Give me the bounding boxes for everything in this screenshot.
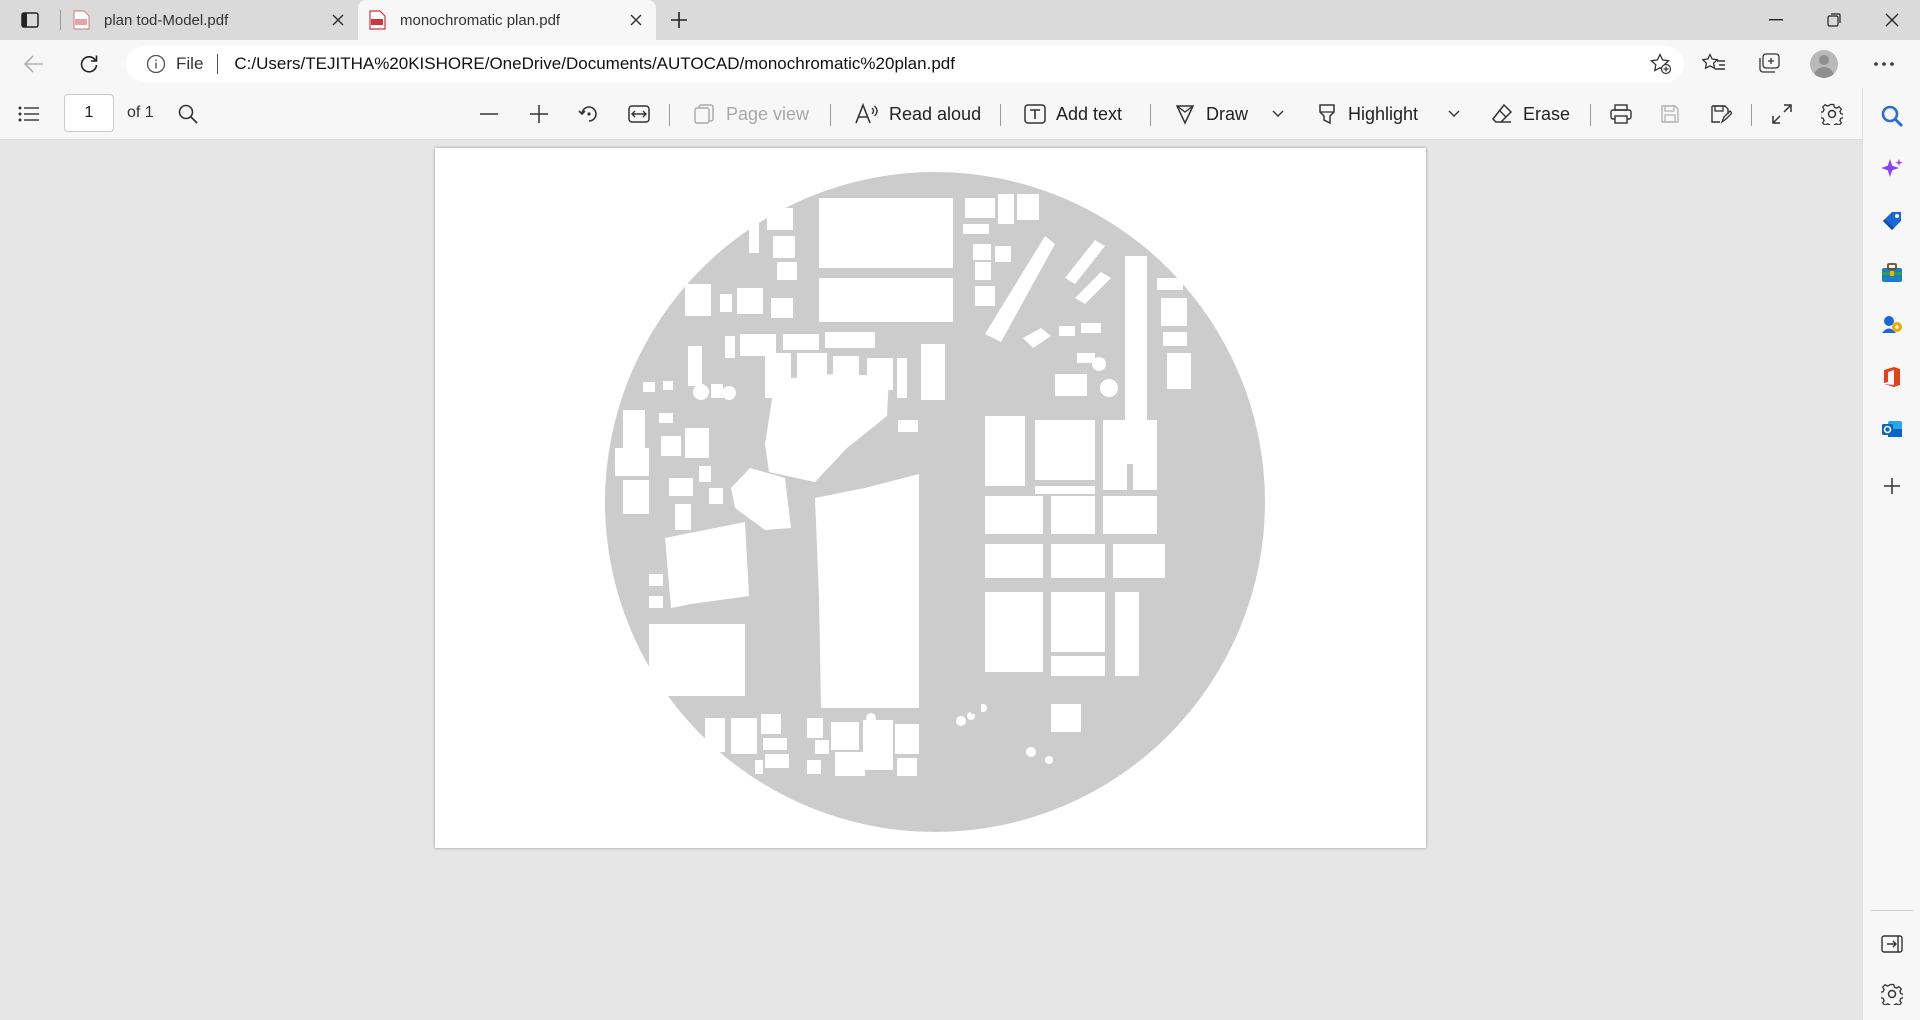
toolbar-separator bbox=[1150, 104, 1151, 126]
page-view-button[interactable]: Page view bbox=[694, 98, 809, 130]
full-screen-icon[interactable] bbox=[1772, 98, 1792, 130]
pdf-icon bbox=[72, 10, 90, 30]
url-text[interactable]: C:/Users/TEJITHA%20KISHORE/OneDrive/Docu… bbox=[234, 54, 955, 74]
avatar bbox=[1810, 50, 1838, 78]
restore-icon[interactable] bbox=[1806, 0, 1862, 40]
add-favorite-icon[interactable] bbox=[1648, 52, 1674, 76]
read-aloud-label: Read aloud bbox=[889, 103, 982, 124]
tab-monochromatic-plan[interactable]: monochromatic plan.pdf bbox=[358, 0, 656, 40]
pdf-toolbar: 1 of 1 Page view Read aloud Add text Dra… bbox=[0, 88, 1862, 140]
highlight-label: Highlight bbox=[1348, 103, 1419, 124]
profile-avatar[interactable] bbox=[1806, 48, 1842, 80]
contents-list-icon[interactable] bbox=[18, 98, 40, 130]
copilot-icon[interactable] bbox=[1874, 151, 1910, 187]
highlight-button[interactable]: Highlight bbox=[1316, 98, 1418, 130]
new-tab-icon[interactable] bbox=[664, 6, 694, 34]
add-text-icon bbox=[1024, 104, 1046, 124]
toolbar-separator bbox=[1000, 104, 1001, 126]
find-search-icon[interactable] bbox=[178, 98, 198, 130]
address-bar[interactable]: File C:/Users/TEJITHA%20KISHORE/OneDrive… bbox=[126, 46, 1684, 82]
monochromatic-site-plan bbox=[605, 172, 1265, 832]
print-icon[interactable] bbox=[1610, 98, 1632, 130]
tab-separator bbox=[60, 10, 61, 30]
collections-icon[interactable] bbox=[1751, 48, 1787, 80]
add-text-label: Add text bbox=[1056, 103, 1123, 124]
back-icon[interactable] bbox=[16, 48, 52, 80]
info-icon[interactable] bbox=[146, 54, 166, 74]
games-icon[interactable] bbox=[1874, 307, 1910, 343]
toolbar-separator bbox=[830, 104, 831, 126]
close-window-icon[interactable] bbox=[1864, 0, 1920, 40]
tab-actions-menu-icon[interactable] bbox=[12, 6, 48, 34]
tab-title: plan tod-Model.pdf bbox=[104, 11, 229, 29]
refresh-icon[interactable] bbox=[71, 48, 107, 80]
read-aloud-icon bbox=[855, 103, 878, 124]
hide-sidebar-icon[interactable] bbox=[1874, 926, 1910, 962]
page-count-label: of 1 bbox=[127, 104, 154, 121]
pdf-icon bbox=[368, 10, 386, 30]
close-tab-icon[interactable] bbox=[324, 6, 352, 34]
outlook-icon[interactable] bbox=[1874, 411, 1910, 447]
search-icon[interactable] bbox=[1874, 98, 1910, 134]
zoom-in-icon[interactable] bbox=[529, 98, 549, 130]
save-as-icon[interactable] bbox=[1710, 98, 1732, 130]
toolbar-separator bbox=[1751, 104, 1752, 126]
favorites-icon[interactable] bbox=[1696, 48, 1732, 80]
toolbar-separator bbox=[669, 104, 670, 126]
address-toolbar: File C:/Users/TEJITHA%20KISHORE/OneDrive… bbox=[0, 40, 1920, 88]
zoom-out-icon[interactable] bbox=[479, 98, 499, 130]
page-view-icon bbox=[694, 104, 714, 124]
office-icon[interactable] bbox=[1874, 359, 1910, 395]
more-options-icon[interactable] bbox=[1866, 48, 1902, 80]
add-icon[interactable] bbox=[1874, 468, 1910, 504]
plan-circle-mass bbox=[605, 172, 1265, 832]
erase-button[interactable]: Erase bbox=[1491, 98, 1570, 130]
close-tab-icon[interactable] bbox=[622, 6, 650, 34]
erase-label: Erase bbox=[1523, 103, 1571, 124]
shopping-icon[interactable] bbox=[1874, 203, 1910, 239]
draw-options-chevron-icon[interactable] bbox=[1272, 98, 1284, 130]
rotate-icon[interactable] bbox=[578, 98, 600, 130]
tab-title: monochromatic plan.pdf bbox=[400, 11, 561, 29]
read-aloud-button[interactable]: Read aloud bbox=[855, 98, 981, 130]
file-scheme-label: File bbox=[176, 54, 204, 73]
edge-sidebar bbox=[1862, 88, 1920, 1020]
pdf-page bbox=[435, 148, 1426, 848]
sidebar-divider bbox=[1871, 910, 1913, 911]
highlight-icon bbox=[1319, 104, 1335, 125]
pdf-settings-gear-icon[interactable] bbox=[1821, 98, 1843, 130]
add-text-button[interactable]: Add text bbox=[1024, 98, 1122, 130]
page-view-label: Page view bbox=[726, 103, 810, 124]
draw-label: Draw bbox=[1206, 103, 1249, 124]
sidebar-settings-gear-icon[interactable] bbox=[1874, 976, 1910, 1012]
tab-plan-tod-model[interactable]: plan tod-Model.pdf bbox=[62, 0, 358, 40]
highlight-options-chevron-icon[interactable] bbox=[1448, 98, 1460, 130]
draw-button[interactable]: Draw bbox=[1174, 98, 1248, 130]
draw-icon bbox=[1175, 105, 1195, 125]
toolbar-separator bbox=[1590, 104, 1591, 126]
page-number-input[interactable]: 1 bbox=[64, 94, 114, 132]
address-separator bbox=[217, 54, 219, 74]
tools-icon[interactable] bbox=[1874, 255, 1910, 291]
save-icon[interactable] bbox=[1660, 98, 1680, 130]
eraser-icon bbox=[1491, 103, 1513, 123]
tab-strip: plan tod-Model.pdf monochromatic plan.pd… bbox=[0, 0, 1920, 40]
fit-to-width-icon[interactable] bbox=[628, 98, 650, 130]
minimize-icon[interactable] bbox=[1748, 0, 1804, 40]
